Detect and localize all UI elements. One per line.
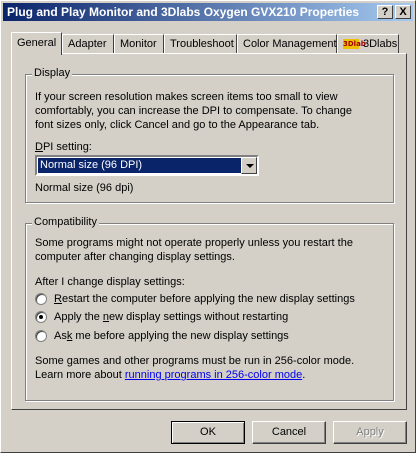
dpi-status-text: Normal size (96 dpi) [35,182,134,194]
compatibility-description-line-1: Some programs might not operate properly… [35,237,353,249]
tab-monitor[interactable]: Monitor [114,34,164,54]
close-button[interactable]: X [395,5,411,19]
chevron-down-icon[interactable] [241,157,257,174]
title-bar[interactable]: Plug and Play Monitor and 3Dlabs Oxygen … [3,3,413,21]
apply-label-prefix: Apply the [54,311,103,323]
games-note-line-1: Some games and other programs must be ru… [35,355,355,367]
ok-button[interactable]: OK [171,421,245,444]
256-color-help-link[interactable]: running programs in 256-color mode [125,369,302,381]
ask-me-label[interactable]: Ask me before applying the new display s… [54,329,289,343]
games-note-prefix: Learn more about [35,369,125,381]
ask-me-radio[interactable] [35,330,47,342]
display-description-line-2: comfortably, you can increase the DPI to… [35,105,352,117]
display-description-line-3: font sizes only, click Cancel and go to … [35,119,320,131]
properties-dialog: Plug and Play Monitor and 3Dlabs Oxygen … [0,0,416,453]
apply-button[interactable]: Apply [333,421,407,444]
ask-label-text: me before applying the new display setti… [72,330,289,342]
restart-accelerator: R [54,293,62,305]
restart-radio-label[interactable]: Restart the computer before applying the… [54,292,355,306]
ask-label-prefix: As [54,330,67,342]
compatibility-legend: Compatibility [32,216,99,228]
restart-radio[interactable] [35,293,47,305]
tab-general[interactable]: General [11,32,62,55]
general-tab-panel: Display If your screen resolution makes … [11,53,407,410]
dpi-setting-dropdown[interactable]: Normal size (96 DPI) [35,155,259,176]
tab-color-management[interactable]: Color Management [237,34,337,54]
help-button[interactable]: ? [377,5,393,19]
compatibility-description-line-2: computer after changing display settings… [35,251,235,263]
after-change-label: After I change display settings: [35,276,185,288]
apply-label-text: ew display settings without restarting [109,311,289,323]
dpi-setting-label: DPI setting: [35,140,92,154]
games-note-suffix: . [302,369,306,381]
display-legend: Display [32,67,73,79]
display-description-line-1: If your screen resolution makes screen i… [35,91,338,103]
restart-label-text: estart the computer before applying the … [61,293,355,305]
dpi-label-accelerator: D [35,141,43,153]
tab-adapter[interactable]: Adapter [62,34,114,54]
tab-3dlabs[interactable]: 3Dlab3Dlabs [337,34,399,54]
apply-without-restart-label[interactable]: Apply the new display settings without r… [54,310,288,324]
3dlabs-logo-icon: 3Dlab [343,39,366,50]
dpi-selected-value: Normal size (96 DPI) [38,158,242,173]
dpi-label-text: PI setting: [42,141,92,153]
tab-3dlabs-label: 3Dlabs [363,38,398,50]
cancel-button[interactable]: Cancel [252,421,326,444]
apply-without-restart-radio[interactable] [35,311,47,323]
window-title: Plug and Play Monitor and 3Dlabs Oxygen … [7,5,360,19]
games-note-line-2: Learn more about running programs in 256… [35,368,305,382]
tab-troubleshoot[interactable]: Troubleshoot [164,34,237,54]
